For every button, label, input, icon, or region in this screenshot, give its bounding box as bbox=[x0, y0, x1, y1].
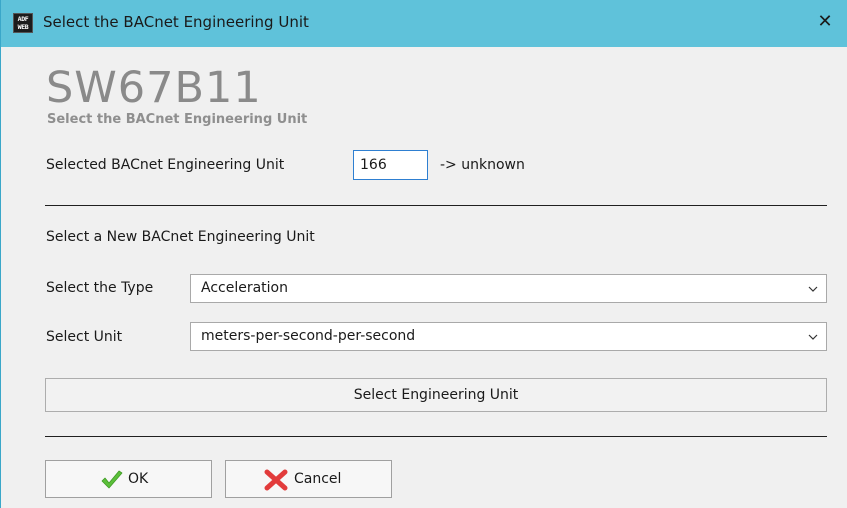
window-title: Select the BACnet Engineering Unit bbox=[43, 13, 309, 31]
logo-text-bottom: WEB bbox=[17, 23, 29, 31]
unit-label: Select Unit bbox=[46, 329, 123, 345]
chevron-down-icon bbox=[808, 334, 818, 340]
ok-button[interactable]: OK bbox=[45, 460, 212, 498]
adfweb-logo-icon: ADF WEB bbox=[13, 13, 33, 33]
product-code: SW67B11 bbox=[46, 63, 262, 113]
page-subtitle: Select the BACnet Engineering Unit bbox=[47, 112, 308, 127]
title-bar[interactable]: ADF WEB Select the BACnet Engineering Un… bbox=[1, 0, 847, 47]
cancel-button[interactable]: Cancel bbox=[225, 460, 392, 498]
unit-select[interactable]: meters-per-second-per-second bbox=[190, 322, 827, 351]
selected-unit-label: Selected BACnet Engineering Unit bbox=[46, 157, 285, 173]
divider-bottom bbox=[45, 436, 827, 437]
checkmark-icon bbox=[101, 470, 123, 489]
selected-unit-resolved: -> unknown bbox=[440, 157, 525, 173]
unit-select-value: meters-per-second-per-second bbox=[201, 328, 416, 344]
red-x-icon bbox=[264, 469, 288, 491]
close-icon[interactable]: ✕ bbox=[815, 10, 835, 34]
type-label: Select the Type bbox=[46, 280, 154, 296]
logo-text-top: ADF bbox=[17, 15, 29, 23]
new-unit-section-label: Select a New BACnet Engineering Unit bbox=[46, 229, 315, 245]
cancel-label: Cancel bbox=[294, 471, 342, 487]
chevron-down-icon bbox=[808, 286, 818, 292]
select-engineering-unit-button[interactable]: Select Engineering Unit bbox=[45, 378, 827, 412]
divider-top bbox=[45, 205, 827, 206]
ok-label: OK bbox=[128, 471, 149, 487]
dialog-window: ADF WEB Select the BACnet Engineering Un… bbox=[0, 0, 847, 508]
type-select-value: Acceleration bbox=[201, 280, 288, 296]
type-select[interactable]: Acceleration bbox=[190, 274, 827, 303]
selected-unit-input[interactable] bbox=[353, 150, 428, 180]
